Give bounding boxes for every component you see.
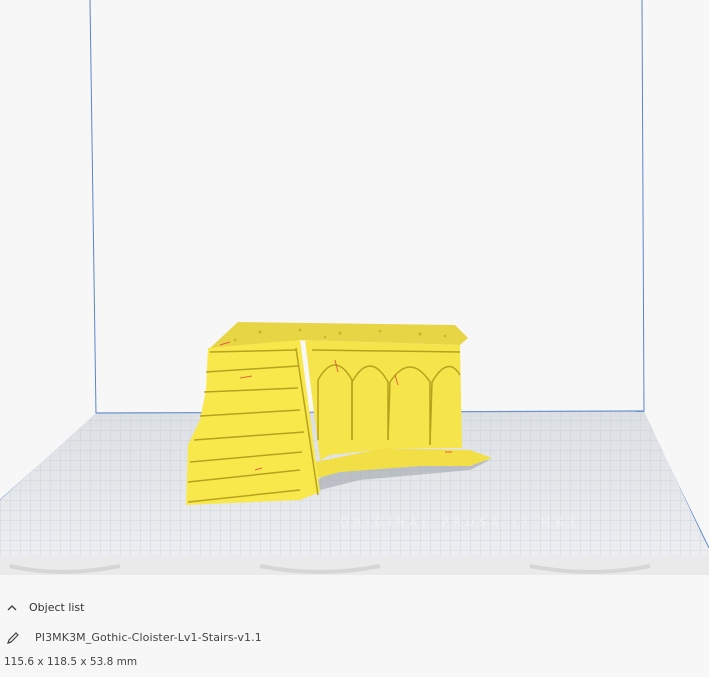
object-list-title: Object list	[29, 600, 85, 614]
object-list-panel: Object list PI3MK3M_Gothic-Cloister-Lv1-…	[0, 590, 709, 677]
object-name: PI3MK3M_Gothic-Cloister-Lv1-Stairs-v1.1	[35, 630, 262, 644]
object-list-toggle[interactable]: Object list	[5, 598, 84, 616]
object-dimensions: 115.6 x 118.5 x 53.8 mm	[4, 656, 138, 668]
scene-canvas[interactable]: ORIGINAL PRUSA i3 MK3	[0, 0, 709, 590]
chevron-up-icon	[5, 600, 19, 614]
object-list-item[interactable]: PI3MK3M_Gothic-Cloister-Lv1-Stairs-v1.1	[6, 628, 262, 646]
pencil-icon[interactable]	[6, 630, 20, 644]
plate-watermark: ORIGINAL PRUSA i3 MK3	[340, 516, 579, 529]
3d-viewport[interactable]: ORIGINAL PRUSA i3 MK3	[0, 0, 709, 590]
